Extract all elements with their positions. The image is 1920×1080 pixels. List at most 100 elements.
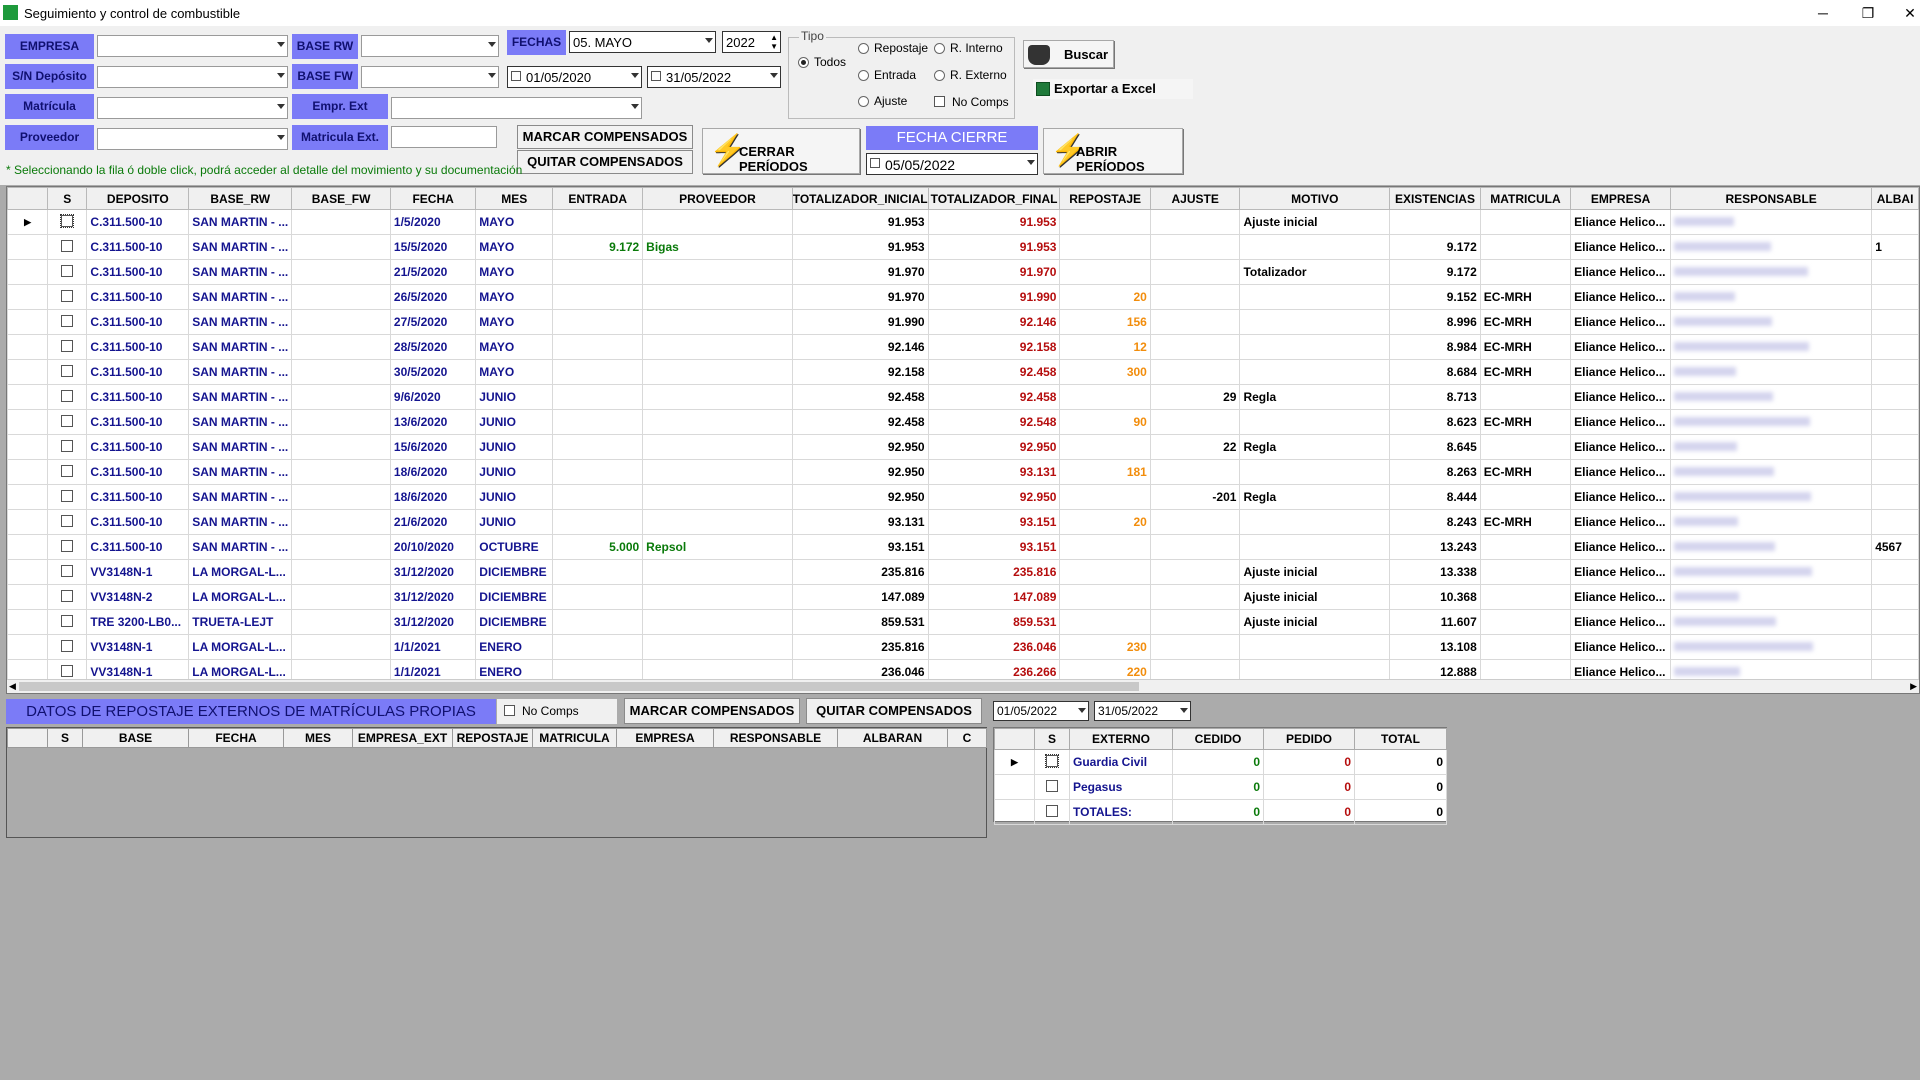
table-row[interactable]: C.311.500-10 SAN MARTIN - ... 9/6/2020 JUNI… — [6, 384, 1919, 410]
buscar-button[interactable]: Buscar — [1023, 40, 1114, 68]
no-comps-checkbox[interactable] — [934, 96, 945, 107]
empresa-select[interactable] — [97, 35, 288, 57]
row-checkbox[interactable] — [61, 614, 74, 627]
row-checkbox[interactable] — [1046, 779, 1058, 792]
repostaje-radio[interactable] — [858, 43, 869, 54]
table-row[interactable]: VV3148N-2 LA MORGAL-L... 31/12/2020 DICIEMB… — [6, 584, 1919, 610]
col-header[interactable]: AJUSTE — [1149, 187, 1241, 210]
col-header[interactable]: TOTAL — [1354, 728, 1447, 750]
base-rw-select[interactable] — [361, 35, 499, 57]
select-checkbox[interactable] — [47, 234, 88, 260]
select-checkbox[interactable] — [47, 584, 88, 610]
col-header[interactable]: C — [947, 728, 987, 748]
col-header[interactable]: RESPONSABLE — [1670, 187, 1873, 210]
base-fw-select[interactable] — [361, 66, 499, 88]
col-header[interactable]: BASE_RW — [188, 187, 293, 210]
col-header[interactable]: ENTRADA — [552, 187, 644, 210]
marcar-compensados-button[interactable]: MARCAR COMPENSADOS — [517, 125, 693, 149]
col-header[interactable]: TOTALIZADOR_FINAL — [927, 187, 1061, 210]
date-from-picker[interactable]: 01/05/2020 — [507, 66, 642, 88]
summary-grid[interactable]: S EXTERNO CEDIDO PEDIDO TOTAL ▶ Guardia C… — [993, 727, 1447, 825]
col-header[interactable]: PEDIDO — [1263, 728, 1355, 750]
col-header[interactable]: MOTIVO — [1239, 187, 1391, 210]
select-checkbox[interactable] — [47, 384, 88, 410]
table-row[interactable]: C.311.500-10 SAN MARTIN - ... 27/5/2020 MAY… — [6, 309, 1919, 335]
row-checkbox[interactable] — [61, 564, 74, 577]
row-checkbox[interactable] — [61, 314, 74, 327]
select-checkbox[interactable] — [47, 209, 88, 235]
table-row[interactable]: C.311.500-10 SAN MARTIN - ... 28/5/2020 MAY… — [6, 334, 1919, 360]
col-header[interactable]: FECHA — [389, 187, 477, 210]
abrir-periodos-button[interactable]: ⚡ ABRIR PERÍODOS — [1043, 128, 1183, 174]
table-row[interactable]: TRE 3200-LB0... TRUETA-LEJT 31/12/2020 DICI… — [6, 609, 1919, 635]
row-checkbox[interactable] — [60, 213, 75, 228]
select-checkbox[interactable] — [47, 534, 88, 560]
col-header[interactable]: REPOSTAJE — [452, 728, 533, 748]
col-header[interactable]: DEPOSITO — [86, 187, 190, 210]
col-header[interactable]: S — [1034, 728, 1070, 750]
select-checkbox[interactable] — [47, 434, 88, 460]
row-checkbox[interactable] — [61, 364, 74, 377]
matricula-ext-input[interactable] — [391, 126, 497, 148]
table-row[interactable]: C.311.500-10 SAN MARTIN - ... 18/6/2020 JUN… — [6, 484, 1919, 510]
col-header[interactable]: S — [47, 728, 83, 748]
col-header[interactable]: BASE — [82, 728, 189, 748]
exportar-excel-button[interactable]: Exportar a Excel — [1033, 79, 1193, 99]
table-row[interactable]: C.311.500-10 SAN MARTIN - ... 13/6/2020 JUN… — [6, 409, 1919, 435]
date-to-picker[interactable]: 31/05/2022 — [647, 66, 781, 88]
col-header[interactable]: RESPONSABLE — [713, 728, 838, 748]
table-row[interactable]: ▶ C.311.500-10 SAN MARTIN - ... 1/5/2020 MAY… — [6, 209, 1919, 235]
proveedor-select[interactable] — [97, 128, 288, 150]
row-checkbox[interactable] — [61, 239, 74, 252]
col-header[interactable]: TOTALIZADOR_INICIAL — [791, 187, 929, 210]
summary-row[interactable]: TOTALES: 0 0 0 — [994, 799, 1447, 825]
row-checkbox[interactable] — [61, 589, 74, 602]
row-checkbox[interactable] — [61, 289, 74, 302]
select-checkbox[interactable] — [47, 359, 88, 385]
table-row[interactable]: C.311.500-10 SAN MARTIN - ... 20/10/2020 OC… — [6, 534, 1919, 560]
col-header[interactable]: EXTERNO — [1069, 728, 1173, 750]
cerrar-periodos-button[interactable]: ⚡ CERRAR PERÍODOS — [702, 128, 860, 174]
select-checkbox[interactable] — [47, 334, 88, 360]
col-header[interactable]: FECHA — [188, 728, 284, 748]
col-header[interactable]: EMPRESA — [616, 728, 714, 748]
col-header[interactable]: S — [47, 187, 88, 210]
col-header[interactable]: REPOSTAJE — [1059, 187, 1151, 210]
row-checkbox[interactable] — [61, 389, 74, 402]
row-checkbox[interactable] — [61, 264, 74, 277]
month-select[interactable]: 05. MAYO — [569, 31, 716, 53]
row-checkbox[interactable] — [61, 414, 74, 427]
minimize-button[interactable]: ─ — [1808, 2, 1838, 24]
col-header[interactable]: EXISTENCIAS — [1389, 187, 1481, 210]
col-header[interactable]: ALBAI — [1871, 187, 1919, 210]
externos-grid[interactable]: S BASE FECHA MES EMPRESA_EXT REPOSTAJE M… — [6, 727, 987, 838]
table-row[interactable]: C.311.500-10 SAN MARTIN - ... 15/6/2020 JUN… — [6, 434, 1919, 460]
row-checkbox[interactable] — [1045, 753, 1059, 768]
col-header[interactable]: BASE_FW — [291, 187, 391, 210]
row-checkbox[interactable] — [61, 514, 74, 527]
ajuste-radio[interactable] — [858, 96, 869, 107]
entrada-radio[interactable] — [858, 70, 869, 81]
sn-deposito-select[interactable] — [97, 66, 288, 88]
select-checkbox[interactable] — [47, 309, 88, 335]
row-checkbox[interactable] — [61, 439, 74, 452]
col-header[interactable]: EMPRESA_EXT — [352, 728, 453, 748]
select-checkbox[interactable] — [47, 459, 88, 485]
select-checkbox[interactable] — [47, 259, 88, 285]
movements-grid[interactable]: S DEPOSITO BASE_RW BASE_FW FECHA MES ENT… — [6, 186, 1920, 694]
externos-quitar-button[interactable]: QUITAR COMPENSADOS — [806, 698, 982, 724]
todos-radio[interactable] — [798, 57, 809, 68]
horizontal-scrollbar[interactable]: ◀ ▶ — [7, 679, 1919, 693]
col-header[interactable]: MES — [475, 187, 554, 210]
col-header[interactable]: PROVEEDOR — [642, 187, 793, 210]
select-checkbox[interactable] — [1034, 774, 1070, 800]
row-checkbox[interactable] — [61, 339, 74, 352]
table-row[interactable]: C.311.500-10 SAN MARTIN - ... 21/6/2020 JUN… — [6, 509, 1919, 535]
close-button[interactable]: ✕ — [1900, 2, 1920, 24]
select-checkbox[interactable] — [47, 409, 88, 435]
select-checkbox[interactable] — [1034, 799, 1070, 825]
scroll-right-icon[interactable]: ▶ — [1910, 681, 1917, 692]
col-header[interactable]: MES — [283, 728, 353, 748]
quitar-compensados-button[interactable]: QUITAR COMPENSADOS — [517, 150, 693, 174]
table-row[interactable]: C.311.500-10 SAN MARTIN - ... 30/5/2020 MAY… — [6, 359, 1919, 385]
